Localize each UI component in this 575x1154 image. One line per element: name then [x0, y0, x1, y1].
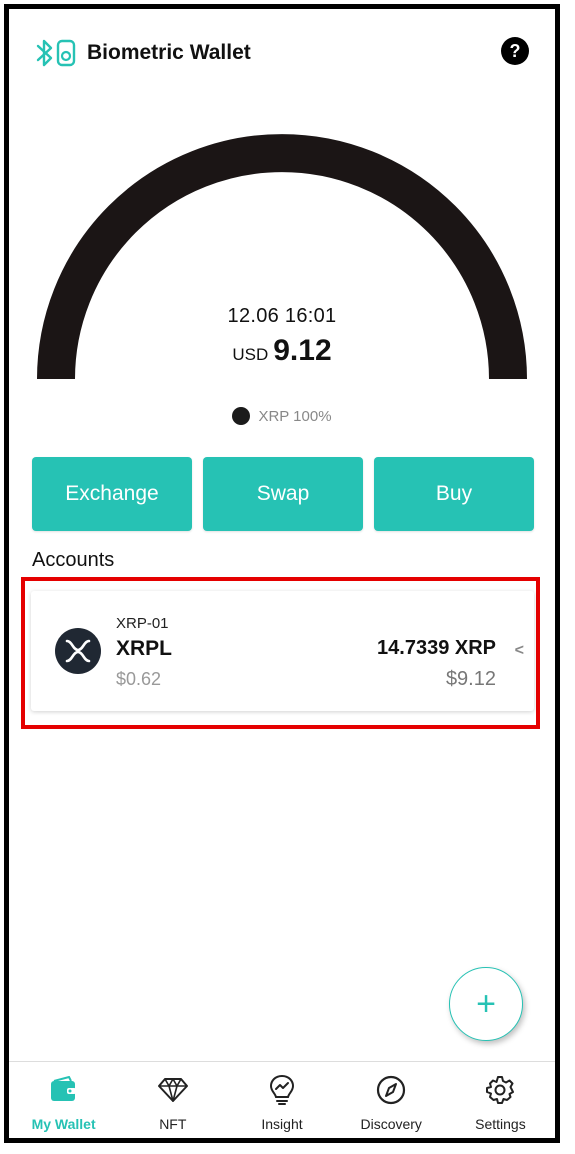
- gear-icon: [484, 1074, 516, 1106]
- account-id: XRP-01: [116, 615, 169, 632]
- account-balance: 14.7339 XRP: [377, 637, 496, 659]
- xrp-logo-icon: [55, 628, 101, 674]
- nav-label: Settings: [475, 1116, 526, 1132]
- nav-label: Discovery: [360, 1116, 422, 1132]
- account-unit-price: $0.62: [116, 669, 162, 689]
- account-value: $9.12: [445, 668, 496, 690]
- gauge-summary: 12.06 16:01 USD 9.12: [9, 305, 555, 368]
- asset-legend: XRP 100%: [9, 407, 555, 425]
- help-button[interactable]: ?: [501, 37, 529, 65]
- accounts-heading: Accounts: [32, 549, 115, 571]
- diamond-icon: [157, 1074, 189, 1106]
- wallet-icon: [48, 1074, 80, 1106]
- nav-insight[interactable]: Insight: [227, 1062, 336, 1138]
- lightbulb-icon: [266, 1074, 298, 1106]
- swap-button[interactable]: Swap: [203, 457, 363, 531]
- legend-label: XRP 100%: [258, 407, 332, 425]
- total-balance: USD 9.12: [9, 334, 555, 368]
- chevron-left-icon[interactable]: <: [515, 642, 524, 660]
- bluetooth-icon: [36, 39, 53, 67]
- nav-my-wallet[interactable]: My Wallet: [9, 1062, 118, 1138]
- account-name: XRPL: [116, 637, 173, 660]
- nav-discovery[interactable]: Discovery: [337, 1062, 446, 1138]
- nav-label: My Wallet: [31, 1116, 96, 1132]
- balance-amount: 9.12: [273, 334, 332, 367]
- balance-currency: USD: [232, 345, 269, 364]
- compass-icon: [375, 1074, 407, 1106]
- update-timestamp: 12.06 16:01: [227, 305, 337, 327]
- nav-settings[interactable]: Settings: [446, 1062, 555, 1138]
- buy-button[interactable]: Buy: [374, 457, 534, 531]
- nav-label: Insight: [261, 1116, 303, 1132]
- nav-label: NFT: [159, 1116, 187, 1132]
- bottom-nav: My Wallet NFT Insight Discovery Settings: [9, 1061, 555, 1138]
- account-card-xrpl[interactable]: XRP-01 XRPL $0.62 14.7339 XRP $9.12 <: [31, 591, 534, 711]
- header: Biometric Wallet ?: [35, 33, 529, 73]
- nav-nft[interactable]: NFT: [118, 1062, 227, 1138]
- app-frame: Biometric Wallet ? 12.06 16:01 USD 9.12 …: [4, 4, 560, 1143]
- legend-dot: [232, 407, 251, 425]
- app-title: Biometric Wallet: [87, 41, 251, 64]
- add-account-button[interactable]: +: [449, 967, 523, 1041]
- action-buttons: Exchange Swap Buy: [32, 457, 534, 531]
- app-logo: [35, 36, 79, 70]
- exchange-button[interactable]: Exchange: [32, 457, 192, 531]
- device-icon: [56, 39, 76, 67]
